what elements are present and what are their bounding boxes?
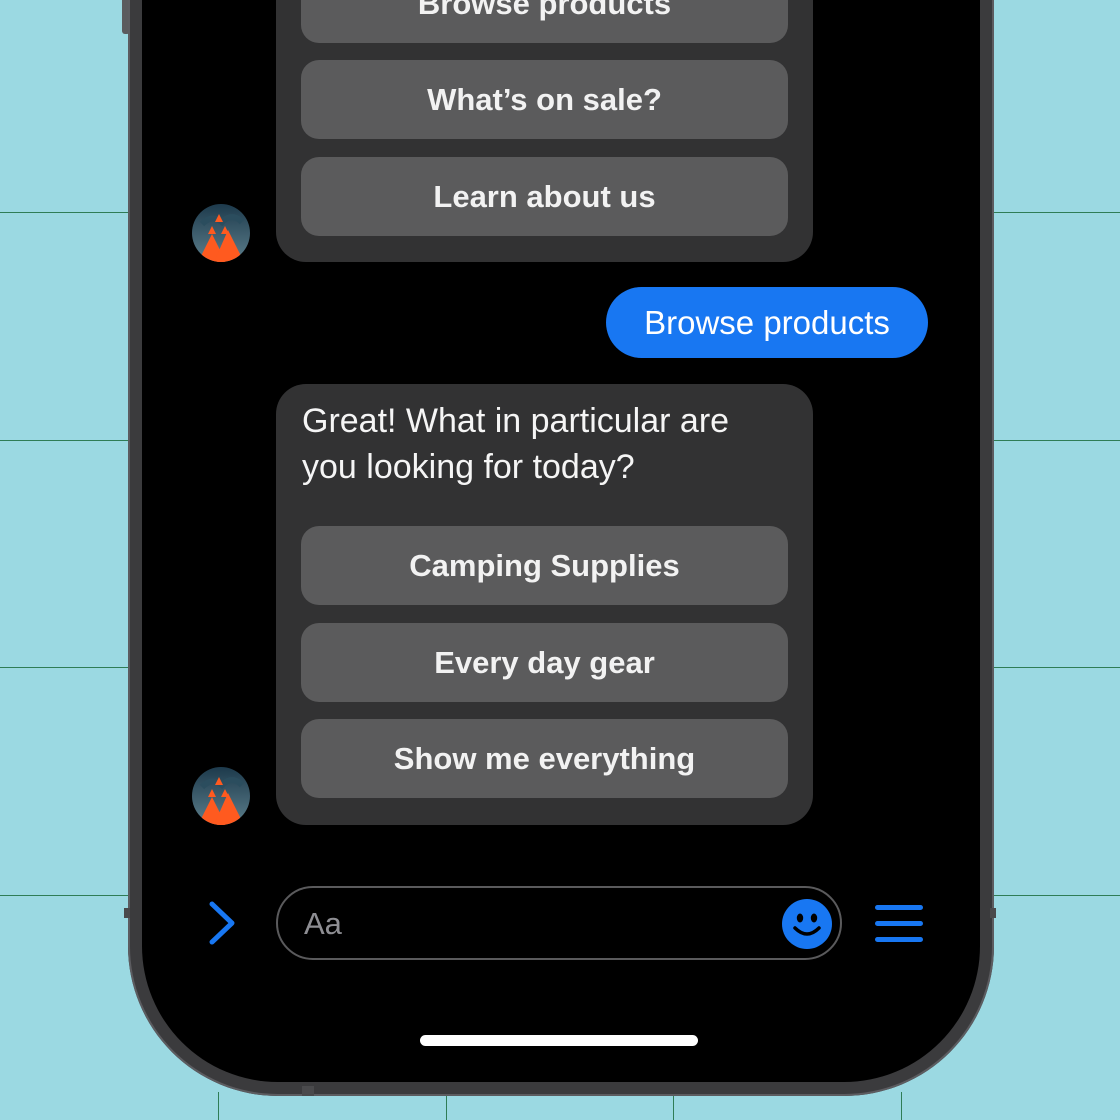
brand-logo-icon bbox=[192, 204, 250, 262]
quick-reply-every-day-gear[interactable]: Every day gear bbox=[301, 623, 788, 702]
quick-reply-show-me-everything[interactable]: Show me everything bbox=[301, 719, 788, 798]
quick-reply-browse-products[interactable]: Browse products bbox=[301, 0, 788, 43]
quick-reply-learn-about-us[interactable]: Learn about us bbox=[301, 157, 788, 236]
grid-line bbox=[901, 1092, 902, 1120]
quick-reply-camping-supplies[interactable]: Camping Supplies bbox=[301, 526, 788, 605]
brand-logo-icon bbox=[192, 767, 250, 825]
bot-message-text: Great! What in particular are you lookin… bbox=[302, 402, 730, 486]
grid-line bbox=[673, 1092, 674, 1120]
message-composer[interactable] bbox=[276, 886, 842, 960]
quick-reply-whats-on-sale[interactable]: What’s on sale? bbox=[301, 60, 788, 139]
bot-quick-replies-card: Browse products What’s on sale? Learn ab… bbox=[276, 0, 813, 262]
hamburger-menu-icon[interactable] bbox=[872, 902, 926, 946]
bot-message-card: Great! What in particular are you lookin… bbox=[276, 384, 813, 825]
message-input[interactable] bbox=[302, 902, 746, 946]
frame-notch bbox=[990, 908, 996, 918]
chevron-right-icon[interactable] bbox=[200, 898, 244, 948]
home-indicator[interactable] bbox=[420, 1035, 698, 1046]
bot-avatar[interactable] bbox=[192, 767, 250, 825]
smiley-icon[interactable] bbox=[781, 898, 833, 950]
user-message-bubble: Browse products bbox=[606, 287, 928, 358]
grid-line bbox=[446, 1092, 447, 1120]
grid-line bbox=[218, 1092, 219, 1120]
frame-notch bbox=[302, 1086, 314, 1096]
frame-notch bbox=[124, 908, 130, 918]
bot-avatar[interactable] bbox=[192, 204, 250, 262]
